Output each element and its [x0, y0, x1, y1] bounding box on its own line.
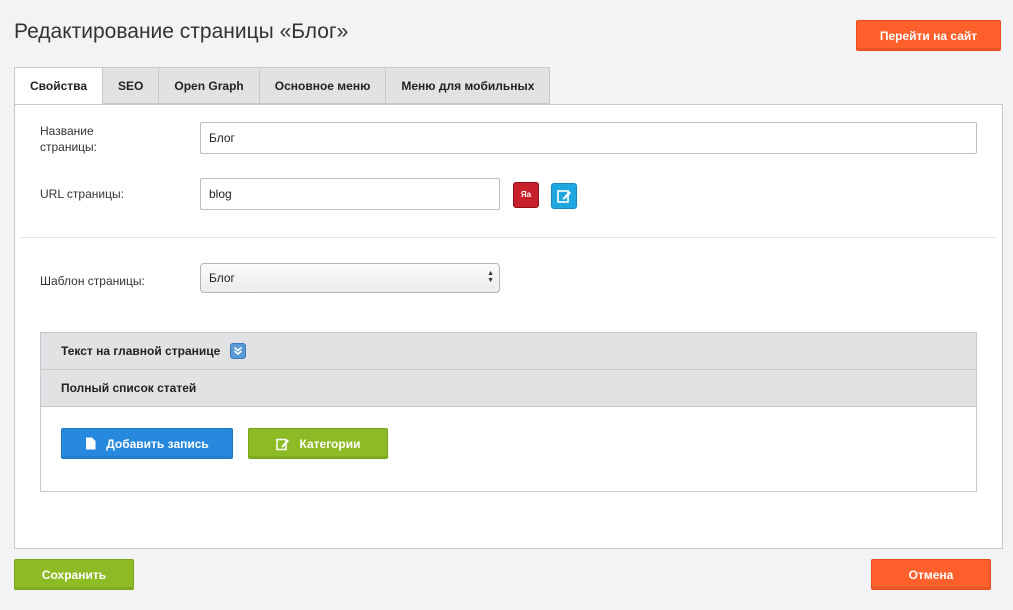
edit-icon: [275, 437, 290, 451]
cancel-button[interactable]: Отмена: [871, 559, 991, 590]
categories-label: Категории: [299, 436, 361, 451]
tab-properties[interactable]: Свойства: [14, 67, 104, 105]
document-icon: [85, 437, 96, 450]
accordion-main-text-label: Текст на главной странице: [61, 344, 221, 358]
goto-site-button[interactable]: Перейти на сайт: [856, 20, 1001, 51]
tab-main-menu[interactable]: Основное меню: [259, 67, 387, 104]
tab-seo[interactable]: SEO: [103, 67, 160, 104]
tab-label: Open Graph: [174, 78, 244, 93]
save-button[interactable]: Сохранить: [14, 559, 134, 590]
content-accordion: Текст на главной странице Полный список …: [40, 332, 977, 492]
add-record-label: Добавить запись: [106, 436, 209, 451]
accordion-articles[interactable]: Полный список статей: [41, 370, 976, 407]
tab-label: Основное меню: [274, 78, 371, 93]
goto-site-label: Перейти на сайт: [879, 28, 978, 43]
accordion-main-text[interactable]: Текст на главной странице: [41, 333, 976, 370]
template-selected-value: Блог: [209, 271, 235, 285]
page-name-input[interactable]: [200, 122, 977, 154]
template-label: Шаблон страницы:: [40, 274, 145, 288]
url-input[interactable]: [200, 178, 500, 210]
cancel-label: Отмена: [908, 567, 954, 582]
tab-label: Свойства: [30, 79, 88, 93]
tab-open-graph[interactable]: Open Graph: [159, 67, 260, 104]
tab-label: SEO: [118, 78, 144, 93]
save-label: Сохранить: [41, 567, 107, 582]
tab-bar: Свойства SEO Open Graph Основное меню Ме…: [14, 67, 551, 105]
categories-button[interactable]: Категории: [248, 428, 388, 459]
translit-icon-text: Яа: [520, 190, 532, 199]
section-divider: [21, 237, 996, 238]
tab-label: Меню для мобильных: [401, 78, 535, 93]
page-title: Редактирование страницы «Блог»: [14, 20, 349, 43]
edit-url-icon[interactable]: [551, 183, 577, 209]
template-select[interactable]: Блог ▲ ▼: [200, 263, 500, 293]
tab-mobile-menu[interactable]: Меню для мобильных: [386, 67, 551, 104]
translit-icon[interactable]: Яа: [513, 182, 539, 208]
url-label: URL страницы:: [40, 187, 124, 201]
properties-panel: Название страницы: URL страницы: Яа Шабл…: [14, 104, 1003, 549]
add-record-button[interactable]: Добавить запись: [61, 428, 233, 459]
accordion-articles-label: Полный список статей: [61, 381, 197, 395]
select-arrows-icon: ▲ ▼: [487, 270, 494, 284]
expand-icon[interactable]: [230, 343, 247, 359]
page-name-label: Название страницы:: [40, 124, 98, 154]
